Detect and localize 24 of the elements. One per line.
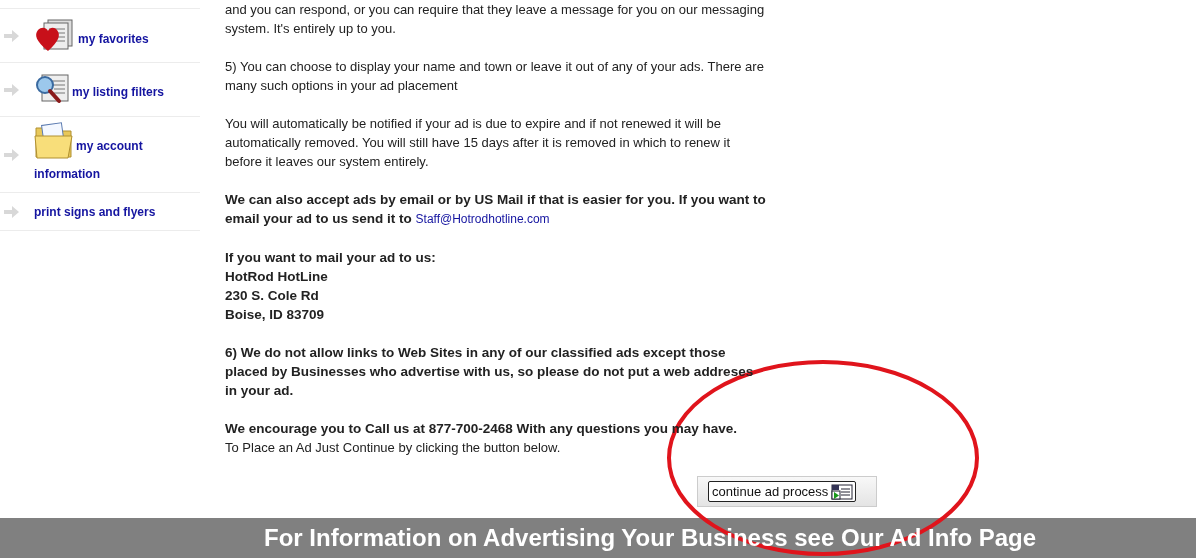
arrow-icon: [3, 205, 19, 218]
paragraph: HotRod HotLine: [225, 268, 329, 286]
paragraph: 230 S. Cole Rd: [225, 287, 320, 305]
paragraph: Boise, ID 83709: [225, 306, 326, 324]
folder-icon: [34, 121, 74, 160]
sidebar-link[interactable]: my favorites: [34, 18, 199, 53]
sidebar-link[interactable]: my account information: [34, 121, 199, 188]
document-play-icon: [831, 483, 854, 500]
paragraph: To Place an Ad Just Continue by clicking the button below.: [225, 439, 562, 457]
paragraph: You will automatically be notified if your ad is due to expire and if not renewed it will be automatically removed. You will still have 15 days after it is removed in which to renew it before it leaves our system entirely.: [225, 115, 732, 171]
paragraph: and you can respond, or you can require that they leave a message for you on our messaging system. It's entirely up to you.: [225, 1, 766, 38]
arrow-icon: [3, 83, 19, 96]
sidebar-link[interactable]: print signs and flyers: [34, 197, 199, 226]
arrow-icon: [3, 148, 19, 161]
magnifier-document-icon: [34, 73, 70, 106]
heart-document-icon: [34, 18, 76, 53]
arrow-icon: [3, 29, 19, 42]
continue-button[interactable]: continue ad process: [708, 481, 857, 502]
sidebar-link[interactable]: my listing filters: [34, 73, 199, 106]
paragraph: We can also accept ads by email or by US Mail if that is easier for you. If you want to email your ad to us send it to Staff@Hotrodhotline.com: [225, 191, 767, 228]
email-link[interactable]: Staff@Hotrodhotline.com: [415, 212, 550, 226]
paragraph: 5) You can choose to display your name and town or leave it out of any of your ads. There are many such options in your ad placement: [225, 58, 765, 95]
paragraph: If you want to mail your ad to us:: [225, 249, 437, 267]
paragraph: 6) We do not allow links to Web Sites in any of our classified ads except those placed by Businesses who advertise with us, so please do not put a web addreses in your ad.: [225, 344, 755, 400]
